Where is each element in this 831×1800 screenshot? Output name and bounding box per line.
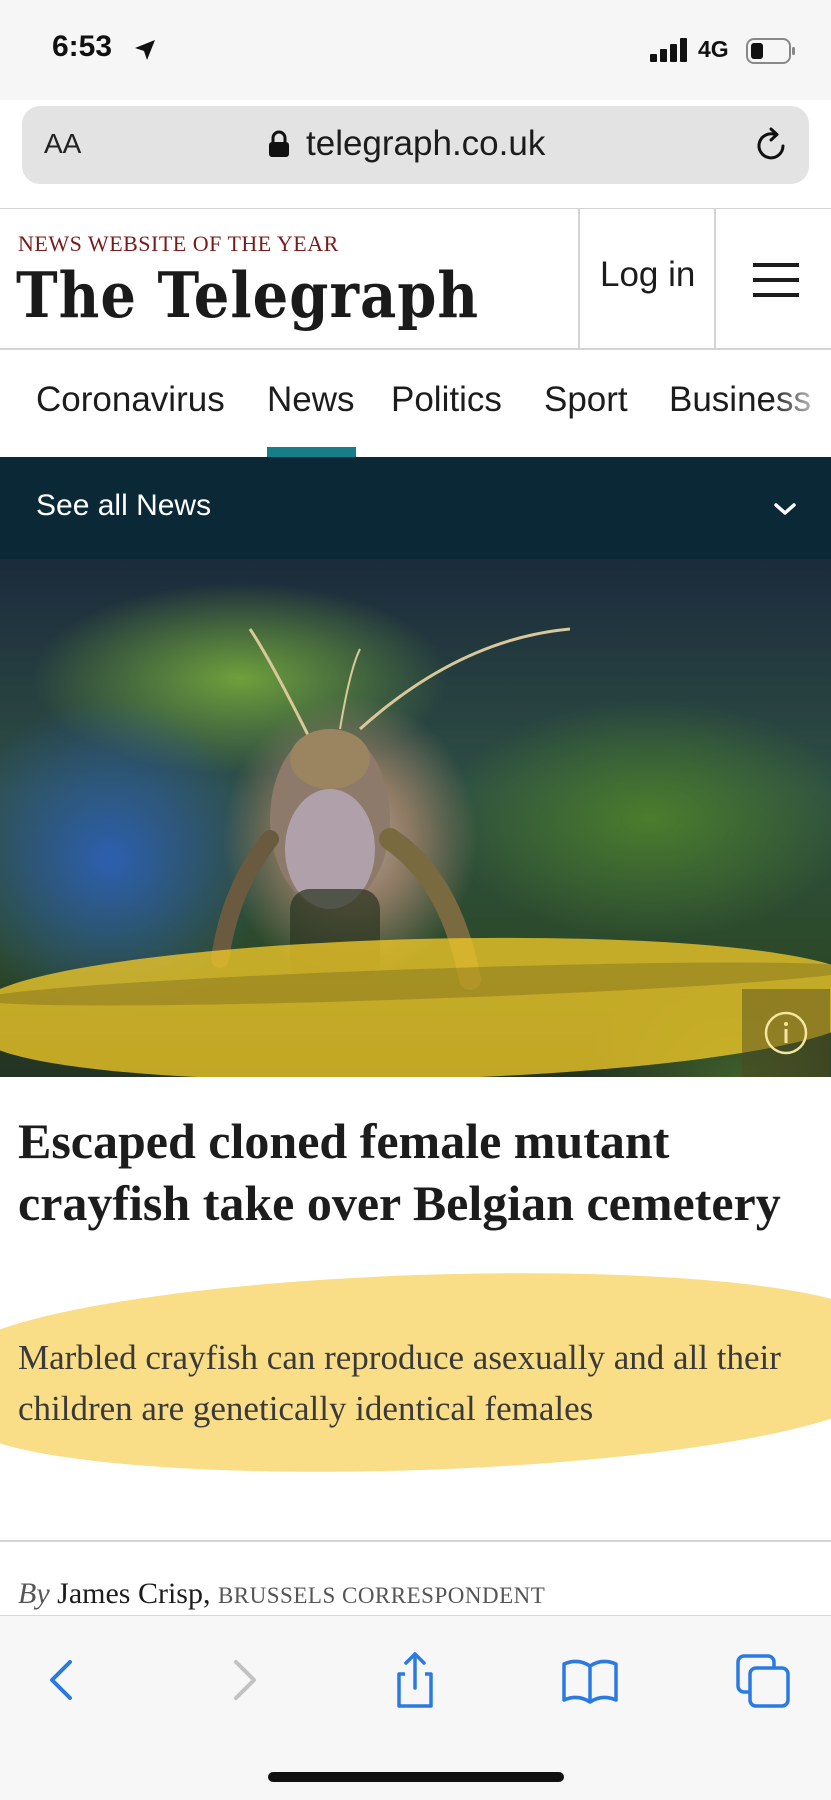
nav-item-politics[interactable]: Politics [391, 380, 502, 420]
masthead-tagline: NEWS WEBSITE OF THE YEAR [18, 231, 339, 256]
byline-prefix: By [18, 1577, 50, 1610]
share-icon[interactable] [385, 1650, 445, 1710]
hero-image [0, 559, 831, 1077]
network-type: 4G [698, 36, 729, 62]
telegraph-logo[interactable]: The Telegraph [16, 259, 479, 333]
image-info-button[interactable] [742, 989, 830, 1077]
article-headline: Escaped cloned female mutant crayfish ta… [18, 1113, 781, 1231]
active-tab-indicator [267, 447, 356, 457]
menu-button[interactable] [714, 209, 831, 349]
divider [0, 1540, 831, 1542]
nav-item-news[interactable]: News [267, 380, 355, 420]
status-bar: 6:53 4G [0, 0, 831, 100]
info-icon [764, 1011, 808, 1055]
location-arrow-icon [135, 40, 155, 60]
nav-item-coronavirus[interactable]: Coronavirus [36, 380, 225, 420]
byline: By James Crisp, BRUSSELS CORRESPONDENT [18, 1577, 545, 1611]
bookmarks-icon[interactable] [560, 1650, 620, 1710]
text-size-button[interactable]: AA [44, 128, 81, 160]
article-standfirst: Marbled crayfish can reproduce asexually… [18, 1338, 781, 1428]
tabs-icon[interactable] [734, 1650, 794, 1710]
author-name[interactable]: James Crisp, [57, 1577, 210, 1610]
author-role: BRUSSELS CORRESPONDENT [217, 1583, 546, 1608]
see-all-news-label: See all News [36, 489, 212, 522]
home-indicator [268, 1772, 564, 1782]
see-all-news-bar[interactable]: See all News [0, 457, 831, 559]
chevron-down-icon [774, 503, 796, 515]
status-time: 6:53 [52, 30, 113, 63]
hamburger-menu-icon [753, 263, 799, 297]
login-label: Log in [600, 255, 696, 294]
forward-icon[interactable] [212, 1650, 272, 1710]
reload-icon[interactable] [752, 126, 790, 164]
lock-icon [269, 130, 289, 157]
cellular-signal-icon [650, 38, 687, 62]
url-text[interactable]: telegraph.co.uk [306, 124, 545, 164]
section-nav: Coronavirus News Politics Sport Business [0, 350, 831, 457]
back-icon[interactable] [34, 1650, 94, 1710]
battery-icon [746, 38, 795, 64]
masthead: NEWS WEBSITE OF THE YEAR The Telegraph L… [0, 208, 831, 350]
nav-item-sport[interactable]: Sport [544, 380, 628, 420]
login-button[interactable]: Log in [578, 209, 716, 349]
address-bar[interactable]: AA telegraph.co.uk [22, 106, 809, 184]
nav-fade [771, 350, 831, 457]
